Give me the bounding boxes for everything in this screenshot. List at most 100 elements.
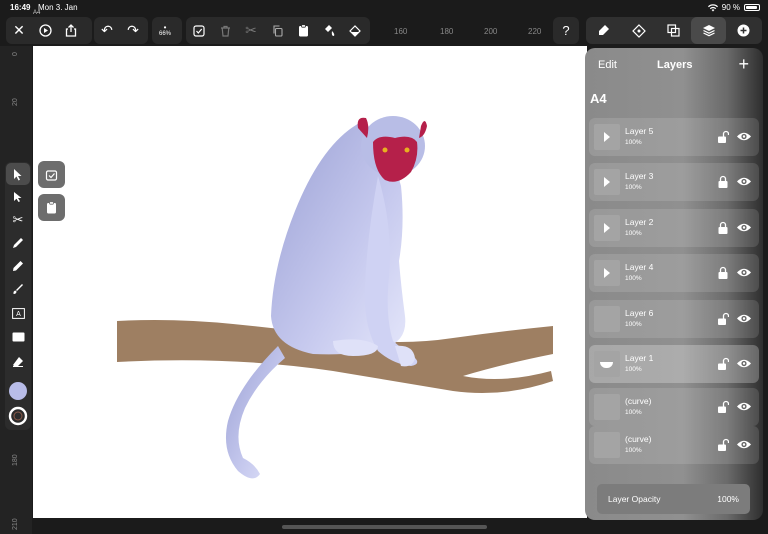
file-group: ✕: [6, 17, 92, 44]
status-time: 16:49: [10, 3, 31, 12]
ruler-label: 0: [12, 52, 19, 56]
lock-open-icon[interactable]: [717, 438, 729, 452]
layer-row[interactable]: Layer 1 100%: [589, 345, 759, 383]
eraser-tool[interactable]: [6, 350, 30, 372]
eye-icon[interactable]: [736, 222, 752, 233]
share-icon: [65, 24, 77, 37]
lock-open-icon[interactable]: [717, 400, 729, 414]
zoom-button[interactable]: • 66%: [152, 17, 178, 44]
lock-closed-icon[interactable]: [717, 221, 729, 235]
text-box-icon: A: [11, 307, 25, 319]
monkey-eye-left: [382, 147, 388, 153]
ruler-label: 220: [528, 27, 542, 36]
paste-button[interactable]: [290, 17, 316, 44]
layer-thumbnail: [594, 260, 620, 286]
play-button[interactable]: [32, 17, 58, 44]
drawing-canvas[interactable]: [33, 46, 587, 518]
tab-boolean[interactable]: [656, 17, 691, 44]
layer-thumbnail: [594, 351, 620, 377]
layer-opacity: 100%: [625, 366, 642, 373]
eye-icon[interactable]: [736, 131, 752, 142]
eye-icon[interactable]: [736, 401, 752, 412]
layer-name: (curve): [625, 434, 652, 444]
layer-row[interactable]: (curve) 100%: [589, 388, 759, 426]
fill-color-swatch[interactable]: [6, 380, 30, 402]
stroke-color-swatch[interactable]: [6, 405, 30, 427]
tab-arrange[interactable]: [621, 17, 656, 44]
floating-select-button[interactable]: [38, 161, 65, 188]
lock-closed-icon[interactable]: [717, 175, 729, 189]
brush-tool[interactable]: [6, 278, 30, 300]
ruler-label: 210: [12, 518, 19, 530]
lock-open-icon[interactable]: [717, 357, 729, 371]
pencil-tool[interactable]: [6, 255, 30, 277]
layer-row[interactable]: Layer 3 100%: [589, 163, 759, 201]
text-tool[interactable]: A: [6, 302, 30, 324]
layer-name: Layer 3: [625, 171, 654, 181]
node-tool[interactable]: [6, 186, 30, 208]
pen-icon: [13, 238, 23, 248]
share-button[interactable]: [58, 17, 84, 44]
tab-add[interactable]: [726, 17, 761, 44]
scissors-icon: ✂: [12, 212, 24, 227]
layer-row[interactable]: Layer 4 100%: [589, 254, 759, 292]
ruler-label: 20: [12, 98, 19, 106]
eye-icon[interactable]: [736, 358, 752, 369]
edit-button[interactable]: Edit: [598, 59, 617, 71]
plus-circle-icon: [737, 24, 750, 37]
eye-icon[interactable]: [736, 439, 752, 450]
close-button[interactable]: ✕: [6, 17, 32, 44]
fill-button[interactable]: [342, 17, 368, 44]
tab-style[interactable]: [586, 17, 621, 44]
artwork: [117, 116, 553, 479]
trash-icon: [220, 25, 230, 37]
layer-row[interactable]: (curve) 100%: [589, 426, 759, 464]
layer-row[interactable]: Layer 6 100%: [589, 300, 759, 338]
ruler-label: 200: [484, 27, 498, 36]
diamond-icon: [631, 23, 646, 38]
eye-icon[interactable]: [736, 176, 752, 187]
status-date: Mon 3. Jan: [38, 3, 78, 12]
rectangle-icon: [12, 332, 24, 342]
floating-paste-button[interactable]: [38, 194, 65, 221]
panel-header: Edit Layers +: [585, 48, 763, 82]
copy-button[interactable]: [264, 17, 290, 44]
pen-style-icon: [599, 25, 609, 35]
scissors-tool[interactable]: ✂: [6, 209, 30, 231]
undo-button[interactable]: ↶: [94, 17, 120, 44]
shape-tool[interactable]: [6, 326, 30, 348]
edit-group: ✂: [186, 17, 370, 44]
redo-button[interactable]: ↷: [120, 17, 146, 44]
select-tool[interactable]: [6, 163, 30, 185]
battery-percent: 90 %: [721, 3, 740, 12]
layer-opacity-control[interactable]: Layer Opacity 100%: [597, 484, 750, 514]
lock-open-icon[interactable]: [717, 312, 729, 326]
app-window: 16:49 Mon 3. Jan A4 90 % ✕ ↶ ↷ • 66% ✂ ?…: [0, 0, 768, 534]
cut-button[interactable]: ✂: [238, 17, 264, 44]
eye-icon[interactable]: [736, 267, 752, 278]
lock-open-icon[interactable]: [717, 130, 729, 144]
add-layer-button[interactable]: +: [738, 54, 749, 75]
layer-name: Layer 2: [625, 217, 654, 227]
pen-tool[interactable]: [6, 232, 30, 254]
style-button[interactable]: [316, 17, 342, 44]
horizontal-ruler: 160 180 200 220: [372, 24, 582, 38]
tab-layers[interactable]: [691, 17, 726, 44]
select-button[interactable]: [186, 17, 212, 44]
panel-title: Layers: [657, 59, 693, 71]
wifi-icon: [707, 3, 718, 11]
layer-thumbnail: [594, 169, 620, 195]
copy-icon: [272, 24, 283, 37]
delete-button[interactable]: [212, 17, 238, 44]
document-name: A4: [590, 91, 607, 106]
status-right: 90 %: [707, 3, 760, 12]
layer-name: Layer 6: [625, 308, 654, 318]
layer-row[interactable]: Layer 2 100%: [589, 209, 759, 247]
monkey-tail: [225, 346, 285, 479]
layer-opacity: 100%: [625, 321, 642, 328]
layer-row[interactable]: Layer 5 100%: [589, 118, 759, 156]
arrow-solid-icon: [14, 192, 22, 202]
eye-icon[interactable]: [736, 313, 752, 324]
play-icon: [38, 24, 52, 37]
lock-closed-icon[interactable]: [717, 266, 729, 280]
